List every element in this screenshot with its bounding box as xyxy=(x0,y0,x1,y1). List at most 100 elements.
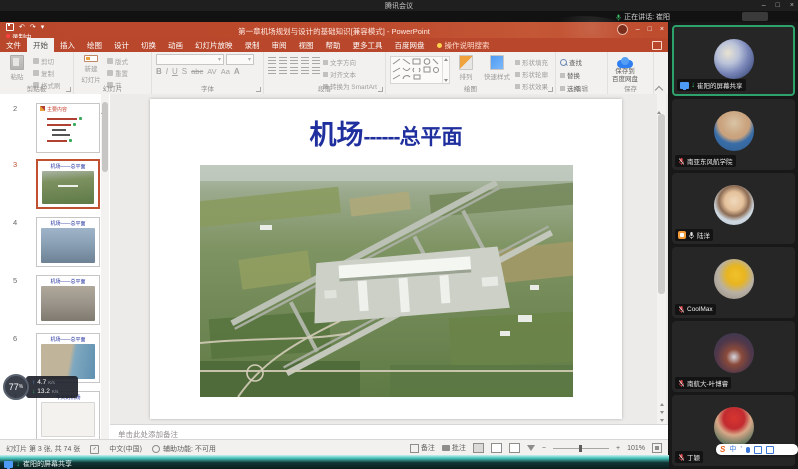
scrollbar-thumb[interactable] xyxy=(658,114,665,294)
font-size-combobox[interactable]: ▾ xyxy=(226,54,254,65)
slide-thumbnail-4[interactable]: 机场——总平面 xyxy=(36,217,100,267)
spell-check-icon[interactable]: ✓ xyxy=(90,445,99,454)
italic-button[interactable]: I xyxy=(166,67,168,76)
next-slide-icon[interactable] xyxy=(660,411,664,414)
maximize-button[interactable]: □ xyxy=(776,2,780,9)
shapes-scrollbar[interactable] xyxy=(442,57,449,83)
align-left-icon[interactable] xyxy=(268,67,276,74)
reading-view-button[interactable] xyxy=(509,443,520,453)
video-tile[interactable]: CoolMax xyxy=(672,247,795,318)
numbering-icon[interactable] xyxy=(279,57,287,64)
text-direction-button[interactable]: 文字方向 xyxy=(323,57,377,67)
shapes-gallery[interactable] xyxy=(390,56,450,84)
copy-button[interactable]: 复制 xyxy=(33,68,61,78)
drawing-dialog-launcher[interactable] xyxy=(548,87,553,92)
tab-record[interactable]: 录制 xyxy=(239,38,266,52)
new-slide-button[interactable]: 新建 幻灯片 xyxy=(78,54,104,84)
scrollbar-thumb[interactable] xyxy=(102,102,108,172)
justify-icon[interactable] xyxy=(301,67,309,74)
quick-styles-button[interactable]: 快速样式 xyxy=(482,54,512,84)
slide-sorter-view-button[interactable] xyxy=(491,443,502,453)
cut-button[interactable]: 剪切 xyxy=(33,56,61,66)
ppt-close-button[interactable]: × xyxy=(660,26,664,33)
change-case-button[interactable]: Aa xyxy=(221,67,230,76)
bold-button[interactable]: B xyxy=(156,67,162,76)
slide-title[interactable]: 机场------总平面 xyxy=(150,113,622,152)
tab-transitions[interactable]: 切换 xyxy=(135,38,162,52)
shape-outline-button[interactable]: 形状轮廓 xyxy=(515,69,548,79)
sogou-ime-toolbar[interactable]: S 中 ’ xyxy=(716,444,798,455)
line-spacing-icon[interactable] xyxy=(312,57,320,64)
notes-toggle-button[interactable]: 备注 xyxy=(410,443,435,453)
account-avatar[interactable] xyxy=(617,24,628,35)
font-name-combobox[interactable]: ▾ xyxy=(156,54,224,65)
bullets-icon[interactable] xyxy=(268,57,276,64)
fit-slide-to-window-button[interactable] xyxy=(652,443,662,453)
slideshow-view-button[interactable] xyxy=(527,445,535,451)
reset-button[interactable]: 重置 xyxy=(107,68,128,78)
layout-button[interactable]: 版式 xyxy=(107,56,128,66)
tab-help[interactable]: 帮助 xyxy=(320,38,347,52)
video-tile-screen-share[interactable]: ↓ 崔阳的屏幕共享 xyxy=(672,25,795,96)
normal-view-button[interactable] xyxy=(473,443,484,453)
align-center-icon[interactable] xyxy=(279,67,287,74)
voice-input-icon[interactable] xyxy=(746,447,750,453)
align-right-icon[interactable] xyxy=(290,67,298,74)
text-shadow-button[interactable]: S xyxy=(182,67,187,76)
minimize-button[interactable]: – xyxy=(762,2,766,9)
slide-thumbnail-2[interactable]: 主要内容 xyxy=(36,103,100,153)
network-speed-widget[interactable]: ↑4.7K/s ↓13.2K/s 77% xyxy=(3,374,81,401)
accessibility-status[interactable]: 辅助功能: 不可用 xyxy=(152,444,216,454)
character-spacing-button[interactable]: AV xyxy=(207,67,216,76)
zoom-slider[interactable] xyxy=(553,448,609,449)
slide-vertical-scrollbar[interactable] xyxy=(657,94,666,424)
shape-fill-button[interactable]: 形状填充 xyxy=(515,57,548,67)
tab-home[interactable]: 开始 xyxy=(27,38,54,52)
tab-slideshow[interactable]: 幻灯片放映 xyxy=(189,38,239,52)
zoom-in-button[interactable]: + xyxy=(616,445,620,452)
paste-button[interactable]: 粘贴 xyxy=(4,54,30,84)
comments-toggle-button[interactable]: 批注 xyxy=(442,443,466,453)
align-text-button[interactable]: 对齐文本 xyxy=(323,69,377,79)
airport-aerial-photo[interactable] xyxy=(200,165,573,397)
tab-design[interactable]: 设计 xyxy=(108,38,135,52)
clipboard-icon[interactable] xyxy=(754,446,762,454)
video-tile[interactable]: 南亚东风航学院 xyxy=(672,99,795,170)
columns-icon[interactable] xyxy=(312,67,320,74)
font-dialog-launcher[interactable] xyxy=(256,87,261,92)
ppt-minimize-button[interactable]: – xyxy=(636,26,640,33)
collapse-ribbon-button[interactable] xyxy=(655,85,663,91)
tab-review[interactable]: 审阅 xyxy=(266,38,293,52)
chinese-mode-icon[interactable]: 中 xyxy=(729,446,736,453)
arrange-button[interactable]: 排列 xyxy=(453,54,479,84)
previous-slide-icon[interactable] xyxy=(660,403,664,406)
clipboard-dialog-launcher[interactable] xyxy=(66,87,71,92)
replace-button[interactable]: 替换 xyxy=(560,70,582,80)
video-tile[interactable]: 陆洋 xyxy=(672,173,795,244)
close-button[interactable]: × xyxy=(790,2,794,9)
strikethrough-button[interactable]: abc xyxy=(191,67,203,76)
zoom-level-label[interactable]: 101% xyxy=(627,445,645,452)
video-tile[interactable]: 丁颖 xyxy=(672,395,795,466)
video-tile[interactable]: 南航大-叶博睿 xyxy=(672,321,795,392)
save-to-baidu-netdisk-button[interactable]: 保存到 百度网盘 xyxy=(612,54,638,84)
language-label[interactable]: 中文(中国) xyxy=(109,444,142,454)
tab-more-tools[interactable]: 更多工具 xyxy=(347,38,389,52)
tab-baidu-netdisk[interactable]: 百度网盘 xyxy=(389,38,431,52)
tab-draw[interactable]: 绘图 xyxy=(81,38,108,52)
paragraph-dialog-launcher[interactable] xyxy=(378,87,383,92)
underline-button[interactable]: U xyxy=(172,67,178,76)
toolbox-icon[interactable] xyxy=(766,446,774,454)
usage-percent-ball[interactable]: 77% xyxy=(3,374,29,400)
find-button[interactable]: 查找 xyxy=(560,57,582,67)
slide-thumbnail-5[interactable]: 机场——总平面 xyxy=(36,275,100,325)
panel-collapse-button[interactable] xyxy=(742,12,768,21)
tell-me-search[interactable]: 操作说明搜索 xyxy=(437,38,490,52)
current-slide[interactable]: 机场------总平面 xyxy=(150,99,622,419)
notes-pane[interactable]: 单击此处添加备注 xyxy=(110,424,668,440)
tab-view[interactable]: 视图 xyxy=(293,38,320,52)
tab-insert[interactable]: 插入 xyxy=(54,38,81,52)
thumbnail-scrollbar[interactable] xyxy=(101,94,109,439)
slide-thumbnail-3-selected[interactable]: 机场——总平面 xyxy=(36,159,100,209)
tab-file[interactable]: 文件 xyxy=(0,38,27,52)
